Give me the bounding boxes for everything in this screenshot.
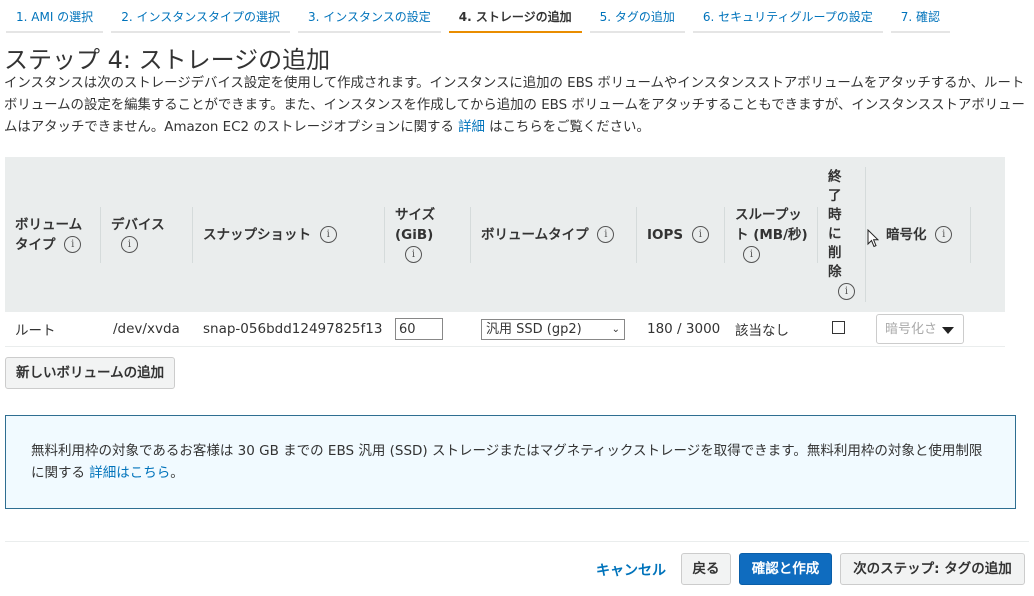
volume-type-value: 汎用 SSD (gp2) [486, 321, 582, 337]
storage-table: ボリュームタイプ i デバイス i スナップショット i サイズ (GiB) i [5, 157, 1005, 347]
header-encryption-label: 暗号化 [886, 226, 927, 243]
cell-iops: 180 / 3000 [637, 312, 725, 347]
info-icon[interactable]: i [597, 226, 615, 243]
step-review[interactable]: 7. 確認 [890, 4, 950, 33]
footer-divider [5, 541, 1029, 542]
header-size-label: サイズ (GiB) [395, 206, 436, 243]
page-description: インスタンスは次のストレージデバイス設定を使用して作成されます。インスタンスに追… [4, 73, 1029, 139]
header-volume-type: ボリュームタイプ i [5, 157, 101, 312]
delete-on-termination-checkbox[interactable] [832, 320, 845, 334]
add-new-volume-button[interactable]: 新しいボリュームの追加 [5, 357, 176, 389]
info-icon[interactable]: i [405, 246, 422, 263]
review-and-launch-button[interactable]: 確認と作成 [739, 553, 832, 585]
step-add-tags[interactable]: 5. タグの追加 [589, 4, 685, 33]
header-throughput: スループット (MB/秒) i [725, 157, 818, 312]
wizard-steps: 1. AMI の選択 2. インスタンスタイプの選択 3. インスタンスの設定 … [6, 4, 976, 34]
header-iops-label: IOPS [647, 226, 684, 243]
cell-encryption: 暗号化され [866, 312, 1005, 347]
notice-suffix: 。 [170, 465, 184, 481]
volume-type-select[interactable]: 汎用 SSD (gp2) ⌄ [481, 318, 625, 340]
info-icon[interactable]: i [64, 236, 82, 253]
cell-snapshot: snap-056bdd12497825f13 [193, 312, 385, 347]
header-throughput-label: スループット (MB/秒) [735, 206, 808, 243]
cell-ebs-type: 汎用 SSD (gp2) ⌄ [471, 312, 637, 347]
step-instance-type[interactable]: 2. インスタンスタイプの選択 [111, 4, 290, 33]
header-snapshot: スナップショット i [193, 157, 385, 312]
info-icon[interactable]: i [319, 226, 337, 243]
page-title: ステップ 4: ストレージの追加 [4, 46, 331, 74]
back-button[interactable]: 戻る [681, 553, 731, 585]
header-iops: IOPS i [637, 157, 725, 312]
table-header-row: ボリュームタイプ i デバイス i スナップショット i サイズ (GiB) i [5, 157, 1005, 312]
free-tier-notice: 無料利用枠の対象であるお客様は 30 GB までの EBS 汎用 (SSD) ス… [5, 415, 1016, 509]
info-icon[interactable]: i [935, 226, 953, 243]
header-delete-on-termination: 終了時に削除 i [818, 157, 866, 312]
cell-size [385, 312, 471, 347]
size-input[interactable] [395, 318, 443, 340]
info-icon[interactable]: i [121, 236, 138, 253]
encryption-select[interactable]: 暗号化され [876, 314, 964, 344]
step-ami[interactable]: 1. AMI の選択 [6, 4, 104, 33]
description-suffix: はこちらをご覧ください。 [489, 120, 650, 135]
header-size: サイズ (GiB) i [385, 157, 471, 312]
header-delete-label: 終了時に削除 [828, 168, 842, 280]
chevron-down-icon: ⌄ [611, 323, 620, 335]
header-snapshot-label: スナップショット [203, 226, 311, 243]
header-ebs-volume-type: ボリュームタイプ i [471, 157, 637, 312]
details-link[interactable]: 詳細 [458, 120, 485, 135]
step-security-group[interactable]: 6. セキュリティグループの設定 [692, 4, 883, 33]
cancel-link[interactable]: キャンセル [596, 560, 666, 580]
header-device-label: デバイス [111, 216, 165, 233]
header-ebs-type-label: ボリュームタイプ [481, 226, 589, 243]
next-add-tags-button[interactable]: 次のステップ: タグの追加 [840, 553, 1025, 585]
cell-delete-on-termination [818, 312, 866, 347]
cell-throughput: 該当なし [725, 312, 818, 347]
info-icon[interactable]: i [838, 283, 855, 300]
table-row: ルート /dev/xvda snap-056bdd12497825f13 汎用 … [5, 312, 1005, 347]
header-device: デバイス i [101, 157, 193, 312]
cell-volume-type: ルート [5, 312, 101, 347]
cell-device: /dev/xvda [101, 312, 193, 347]
caret-down-icon [942, 327, 954, 334]
header-encryption: 暗号化 i [866, 157, 1005, 312]
step-add-storage[interactable]: 4. ストレージの追加 [448, 4, 582, 33]
step-configure-instance[interactable]: 3. インスタンスの設定 [297, 4, 441, 33]
learn-more-link[interactable]: 詳細はこちら [89, 465, 170, 481]
mouse-cursor-icon [867, 229, 879, 248]
info-icon[interactable]: i [691, 226, 709, 243]
info-icon[interactable]: i [743, 246, 760, 263]
column-divider [970, 207, 971, 263]
encryption-value: 暗号化され [885, 322, 937, 337]
